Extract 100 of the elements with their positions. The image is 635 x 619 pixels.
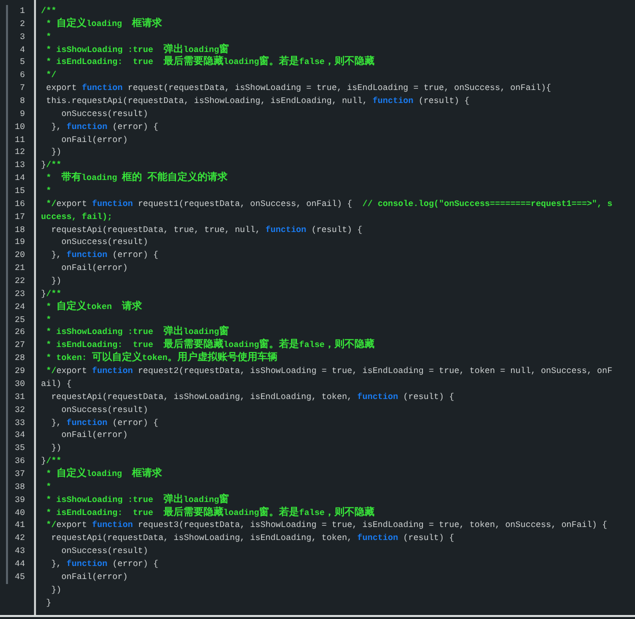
line-number: 13 — [14, 160, 25, 170]
keyword: function — [265, 224, 306, 235]
comment: * 自定义loading 框请求 — [45, 468, 162, 479]
line-number: 40 — [14, 508, 25, 518]
line-number: 26 — [14, 327, 25, 338]
code-text: request(requestData, isShowLoading = true, isEndLoading = true, onSuccess, onFail){ — [126, 83, 552, 94]
code-text: export — [45, 83, 78, 94]
comment: /** — [46, 456, 62, 466]
code-text: ail) { — [41, 378, 72, 389]
line-number: 38 — [14, 482, 25, 492]
line-number: 27 — [14, 340, 25, 350]
keyword: function — [92, 520, 133, 530]
code-text: requestApi(requestData, isShowLoading, isEndLoading, token, — [50, 392, 354, 402]
line-number: 32 — [14, 404, 25, 415]
comment: * token: 可以自定义token。用户虚拟账号使用车辆 — [45, 353, 278, 364]
line-number: 17 — [14, 212, 25, 222]
line-number: 8 — [20, 96, 25, 106]
code-text: requestApi(requestData, true, true, null, — [50, 224, 262, 235]
code-text: (error) { — [111, 418, 158, 428]
line-number: 35 — [14, 443, 25, 454]
comment: * — [45, 482, 52, 492]
code-text: onFail(error) — [60, 572, 128, 582]
line-number: 10 — [14, 122, 25, 132]
line-number: 22 — [14, 276, 25, 286]
code-text: onSuccess(result) — [60, 108, 148, 119]
line-number: 30 — [14, 378, 25, 389]
code-text: this.requestApi(requestData, isShowLoading, isEndLoading, null, — [45, 96, 368, 106]
keyword: function — [372, 96, 414, 106]
code-text: } — [45, 598, 52, 608]
line-number: 28 — [14, 353, 25, 364]
keyword: function — [82, 83, 123, 94]
line-number: 23 — [14, 288, 25, 299]
code-text: requestApi(requestData, isShowLoading, isEndLoading, token, — [50, 533, 354, 544]
line-number: 36 — [14, 456, 25, 466]
line-number: 43 — [14, 546, 25, 556]
keyword: function — [92, 198, 133, 209]
line-number: 39 — [14, 494, 25, 505]
line-number: 12 — [14, 147, 25, 158]
line-number: 9 — [20, 108, 25, 119]
code-text: (error) { — [111, 250, 158, 260]
code-text: }) — [50, 443, 62, 454]
line-number: 33 — [14, 418, 25, 428]
code-text: onSuccess(result) — [60, 237, 148, 248]
code-text: onSuccess(result) — [60, 404, 148, 415]
keyword: function — [357, 533, 398, 544]
line-number: 15 — [14, 186, 25, 196]
code-text: (error) { — [111, 122, 158, 132]
code-text: } — [41, 160, 46, 170]
keyword: function — [66, 250, 108, 260]
code-text: onFail(error) — [60, 430, 128, 440]
comment: * — [45, 314, 52, 325]
comment: * 带有loading 框的 不能自定义的请求 — [45, 173, 228, 184]
keyword: function — [66, 418, 108, 428]
code-text: request3(requestData, isShowLoading = true, isEndLoading = true, token, onSuccess, onFail) { — [136, 520, 608, 530]
comment: * isShowLoading :true 弹出loading窗 — [45, 494, 230, 505]
comment: * 自定义loading 框请求 — [45, 18, 162, 29]
comment: */ — [45, 70, 56, 80]
line-number: 6 — [20, 70, 25, 80]
code-text: (error) { — [111, 558, 158, 569]
comment: /** — [46, 160, 62, 170]
code-text: }, — [50, 418, 62, 428]
comment: */ — [45, 366, 56, 376]
line-number: 42 — [14, 533, 25, 544]
code-text: request1(requestData, onSuccess, onFail) { — [136, 198, 354, 209]
code-text: (result) { — [310, 224, 362, 235]
code-text: }, — [50, 558, 62, 569]
comment: * isEndLoading: true 最后需要隐藏loading窗。若是false，则不隐藏 — [45, 508, 375, 518]
comment: uccess, fail); — [41, 212, 112, 222]
keyword: function — [66, 558, 108, 569]
line-number: 20 — [14, 250, 25, 260]
comment: */ — [45, 198, 56, 209]
line-number: 4 — [20, 44, 25, 55]
line-number: 16 — [14, 198, 25, 209]
keyword: function — [92, 366, 133, 376]
code-text: onSuccess(result) — [60, 546, 148, 556]
comment: // console.log("onSuccess========request1===>", s — [362, 198, 612, 209]
line-number: 44 — [14, 558, 25, 569]
keyword: function — [357, 392, 398, 402]
line-number: 19 — [14, 237, 25, 248]
code-text: onFail(error) — [60, 263, 128, 274]
code-text: (result) { — [417, 96, 470, 106]
line-number: 2 — [20, 18, 25, 29]
code-text: request2(requestData, isShowLoading = true, isEndLoading = true, token = null, onSuccess, onF — [136, 366, 612, 376]
line-number: 37 — [14, 468, 25, 479]
code-text: (result) { — [402, 392, 454, 402]
line-number: 41 — [14, 520, 25, 530]
code-text: }) — [50, 584, 62, 595]
line-number: 24 — [14, 302, 25, 312]
code-text: } — [41, 288, 46, 299]
line-number: 5 — [20, 57, 25, 68]
comment: * isEndLoading: true 最后需要隐藏loading窗。若是false，则不隐藏 — [45, 340, 375, 350]
comment: * isShowLoading :true 弹出loading窗 — [45, 44, 230, 55]
code-text: }) — [50, 276, 62, 286]
line-number: 7 — [20, 83, 25, 94]
line-number: 45 — [14, 572, 25, 582]
line-number: 21 — [14, 263, 25, 274]
comment: /** — [41, 6, 56, 16]
line-number: 34 — [14, 430, 25, 440]
comment: * — [45, 186, 52, 196]
code-text: } — [41, 456, 46, 466]
